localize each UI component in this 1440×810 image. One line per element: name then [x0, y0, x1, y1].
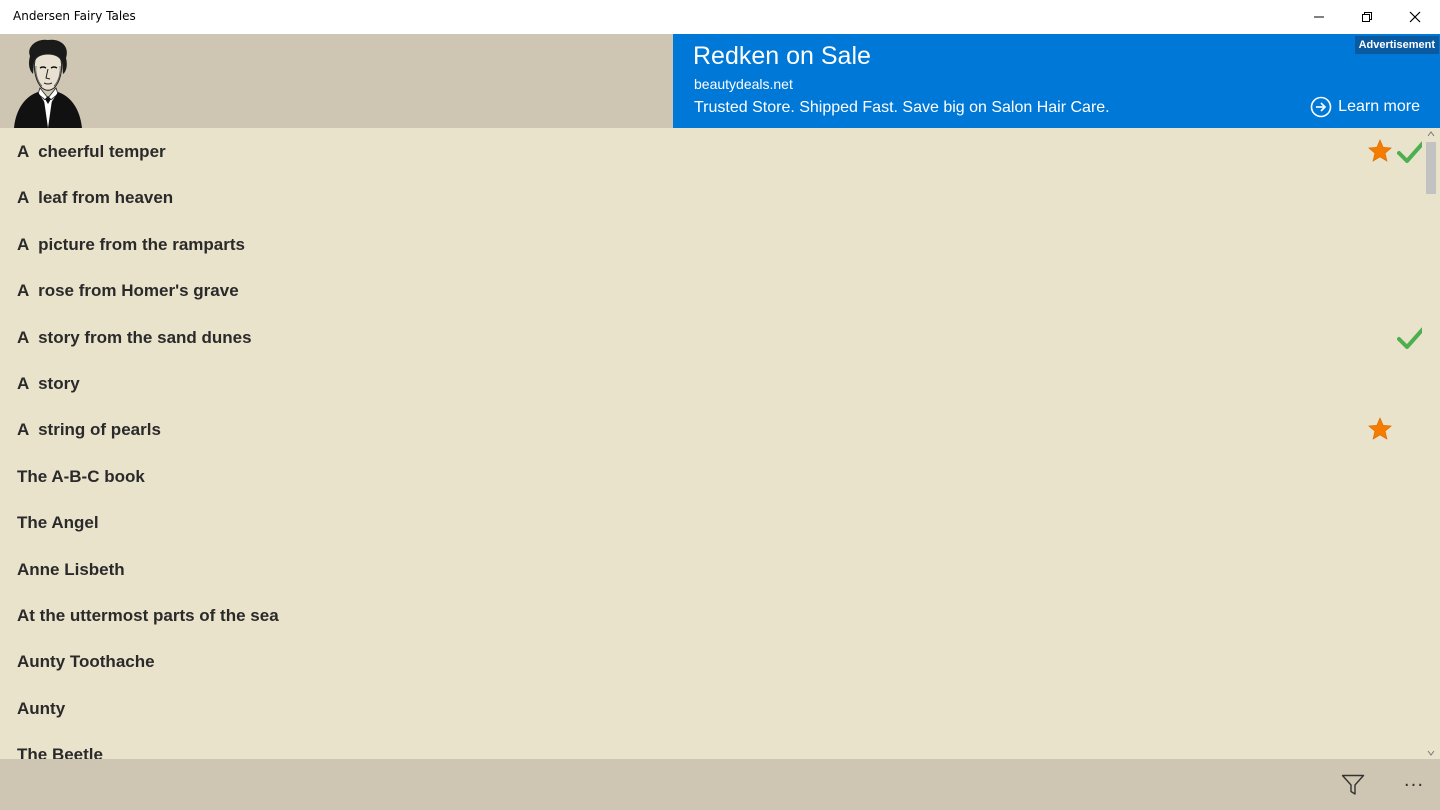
chevron-up-icon [1427, 131, 1435, 137]
learn-more-button[interactable]: Learn more [1310, 96, 1420, 118]
more-options-button[interactable]: ··· [1394, 769, 1434, 801]
ad-domain: beautydeals.net [694, 76, 793, 92]
list-item-title: A rose from Homer's grave [17, 281, 239, 301]
list-item[interactable]: Aunty [0, 685, 1422, 731]
scroll-up-button[interactable] [1422, 128, 1440, 140]
scroll-down-button[interactable] [1422, 747, 1440, 759]
list-item[interactable]: A picture from the ramparts [0, 221, 1422, 267]
list-item-title: A cheerful temper [17, 142, 166, 161]
read-checkmark-icon [1397, 326, 1422, 350]
close-button[interactable] [1392, 0, 1438, 34]
advertisement-banner[interactable]: Advertisement Redken on Sale beautydeals… [673, 34, 1440, 128]
favorite-star-icon [1367, 416, 1393, 442]
filter-icon [1341, 774, 1365, 795]
andersen-portrait-icon [14, 39, 82, 128]
ad-title[interactable]: Redken on Sale [693, 42, 871, 71]
list-item-title: Anne Lisbeth [17, 559, 125, 579]
list-item-title: A story [17, 374, 80, 393]
list-item-title: At the uttermost parts of the sea [17, 606, 279, 625]
title-bar: Andersen Fairy Tales [0, 0, 1440, 34]
list-item-title: A story from the sand dunes [17, 327, 252, 347]
list-item[interactable]: A leaf from heaven [0, 174, 1422, 220]
scroll-thumb[interactable] [1426, 142, 1436, 194]
minimize-button[interactable] [1296, 0, 1342, 34]
list-item[interactable]: A story from the sand dunes [0, 314, 1422, 360]
arrow-circle-right-icon [1310, 96, 1332, 118]
close-icon [1409, 11, 1421, 23]
window-title: Andersen Fairy Tales [13, 9, 136, 23]
list-item[interactable]: At the uttermost parts of the sea [0, 592, 1422, 638]
list-item[interactable]: The Beetle [0, 731, 1422, 759]
story-list: A cheerful temper A leaf from heaven A pic… [0, 128, 1422, 759]
ad-badge: Advertisement [1354, 36, 1439, 54]
ad-description: Trusted Store. Shipped Fast. Save big on… [694, 99, 1110, 116]
list-item-title: A string of pearls [17, 420, 161, 440]
list-item[interactable]: The A-B-C book [0, 453, 1422, 499]
list-item-title: A leaf from heaven [17, 188, 174, 208]
chevron-down-icon [1427, 750, 1435, 756]
list-item[interactable]: A cheerful temper [0, 128, 1422, 174]
app-header [0, 34, 673, 128]
learn-more-label: Learn more [1338, 98, 1420, 115]
filter-button[interactable] [1333, 769, 1373, 801]
bottom-app-bar: ··· [0, 759, 1440, 810]
list-item[interactable]: A string of pearls [0, 406, 1422, 452]
list-item-title: A picture from the ramparts [17, 234, 245, 254]
list-item-title: The Beetle [17, 745, 103, 759]
restore-icon [1362, 12, 1372, 22]
list-item[interactable]: Anne Lisbeth [0, 546, 1422, 592]
favorite-star-icon [1367, 138, 1393, 164]
vertical-scrollbar[interactable] [1422, 128, 1440, 759]
read-checkmark-icon [1397, 140, 1422, 164]
restore-button[interactable] [1344, 0, 1390, 34]
list-item-title: The A-B-C book [17, 466, 145, 486]
list-item-title: Aunty [17, 698, 66, 718]
list-item[interactable]: A rose from Homer's grave [0, 267, 1422, 313]
list-item[interactable]: The Angel [0, 499, 1422, 545]
list-item-title: The Angel [17, 513, 99, 533]
list-item-title: Aunty Toothache [17, 652, 155, 672]
list-item[interactable]: Aunty Toothache [0, 638, 1422, 684]
list-item[interactable]: A story [0, 360, 1422, 406]
minimize-icon [1314, 16, 1324, 18]
